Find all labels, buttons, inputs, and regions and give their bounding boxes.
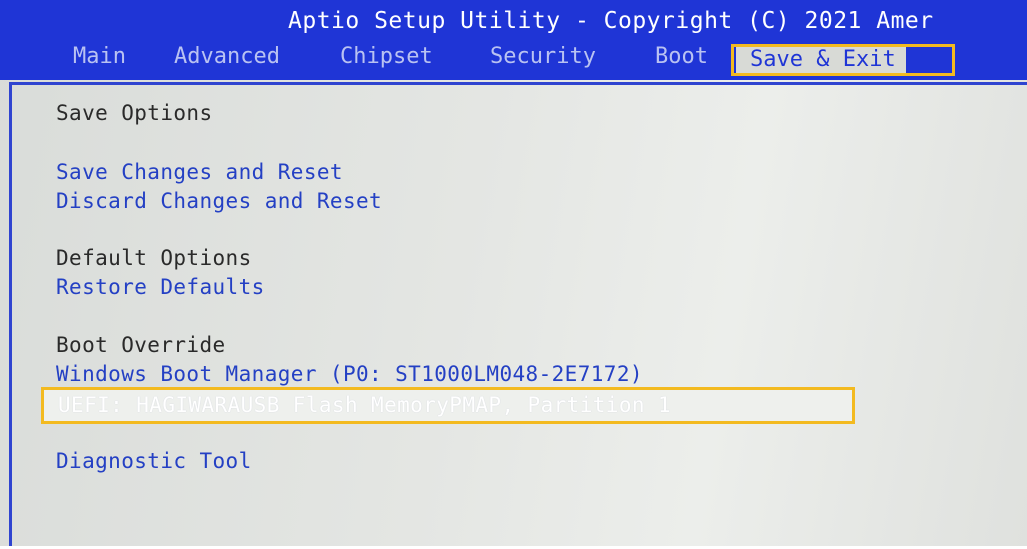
bios-title: Aptio Setup Utility - Copyright (C) 2021… xyxy=(288,8,934,34)
save-options-heading: Save Options xyxy=(56,101,213,125)
save-changes-and-reset-option[interactable]: Save Changes and Reset xyxy=(56,159,343,185)
bios-header: Aptio Setup Utility - Copyright (C) 2021… xyxy=(0,0,1027,80)
bios-menu-bar: Main Advanced Chipset Security Boot Save… xyxy=(0,42,1027,76)
tab-advanced[interactable]: Advanced xyxy=(174,42,280,72)
tab-security[interactable]: Security xyxy=(490,42,596,72)
tab-main[interactable]: Main xyxy=(73,42,126,72)
tab-chipset[interactable]: Chipset xyxy=(340,42,433,72)
tab-save-exit[interactable]: Save & Exit xyxy=(733,45,906,75)
discard-changes-and-reset-option[interactable]: Discard Changes and Reset xyxy=(56,188,382,214)
bios-screen: Aptio Setup Utility - Copyright (C) 2021… xyxy=(0,0,1027,549)
tab-boot[interactable]: Boot xyxy=(655,42,708,72)
boot-override-heading: Boot Override xyxy=(56,333,226,357)
windows-boot-manager-option[interactable]: Windows Boot Manager (P0: ST1000LM048-2E… xyxy=(56,361,643,387)
uefi-usb-boot-option[interactable]: UEFI: HAGIWARAUSB Flash MemoryPMAP, Part… xyxy=(58,392,671,418)
diagnostic-tool-option[interactable]: Diagnostic Tool xyxy=(56,448,252,474)
restore-defaults-option[interactable]: Restore Defaults xyxy=(56,274,265,300)
settings-panel-border xyxy=(9,82,1027,549)
default-options-heading: Default Options xyxy=(56,246,252,270)
